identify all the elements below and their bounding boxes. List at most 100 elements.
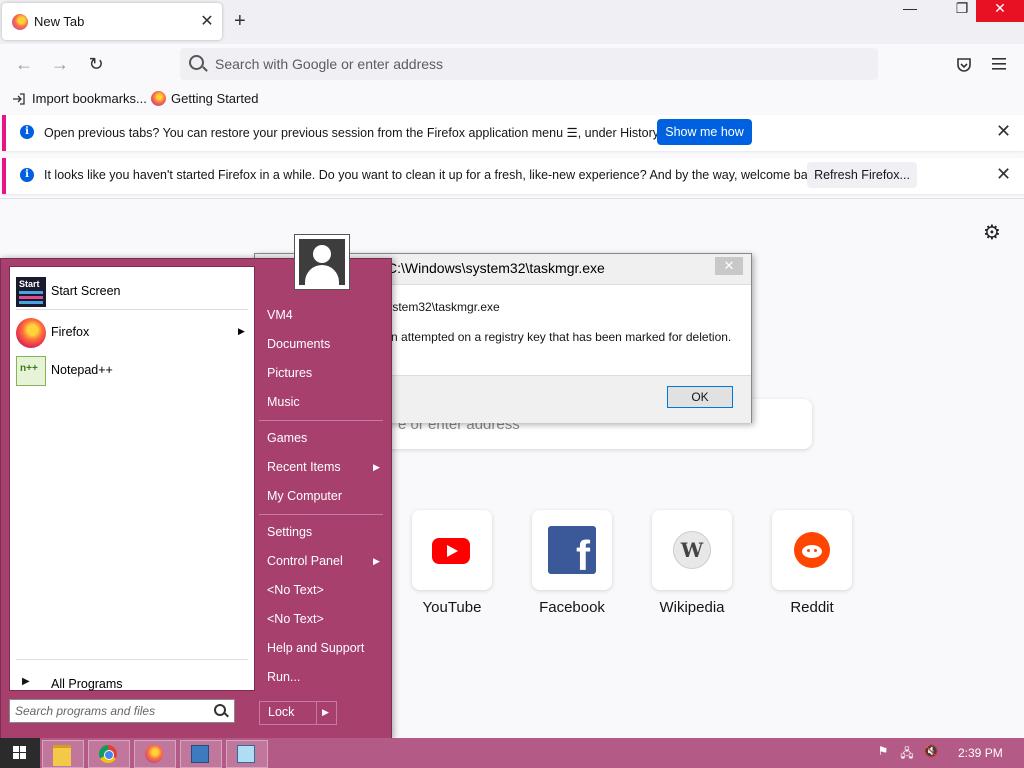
search-icon [189, 55, 204, 70]
start-search-input[interactable]: Search programs and files [9, 699, 235, 723]
new-tab-button[interactable]: + [234, 10, 246, 33]
place-my-computer[interactable]: My Computer [259, 482, 383, 511]
hamburger-menu-icon[interactable] [991, 57, 1007, 71]
divider [16, 659, 248, 660]
top-site-label: Reddit [790, 599, 834, 616]
place-label: Games [267, 431, 308, 445]
place-no-text-2[interactable]: <No Text> [259, 605, 383, 634]
place-recent-items[interactable]: Recent Items ▶ [259, 453, 383, 482]
taskbar-firefox[interactable] [134, 740, 176, 768]
search-icon [214, 704, 226, 716]
top-site-facebook[interactable]: f [532, 510, 612, 590]
tab-close-icon[interactable]: ✕ [198, 11, 216, 31]
start-screen-icon: Start [16, 277, 46, 307]
close-window-button[interactable]: ✕ [976, 0, 1024, 22]
back-button[interactable]: ← [12, 54, 36, 75]
taskbar-chrome[interactable] [88, 740, 130, 768]
program-firefox[interactable]: Firefox ▶ [16, 314, 248, 350]
program-notepadpp[interactable]: Notepad++ [16, 352, 248, 388]
facebook-icon: f [548, 526, 596, 574]
chrome-icon [99, 745, 117, 763]
submenu-arrow-icon: ▶ [373, 556, 380, 566]
user-icon [313, 245, 331, 263]
divider [316, 702, 317, 724]
info-icon: i [20, 125, 34, 139]
tab-new-tab[interactable]: New Tab ✕ [2, 3, 222, 40]
place-label: Recent Items [267, 460, 341, 474]
place-help-and-support[interactable]: Help and Support [259, 634, 383, 663]
all-programs[interactable]: ▶ All Programs [16, 666, 248, 702]
top-site-label: Wikipedia [659, 599, 725, 616]
volume-muted-icon[interactable]: 🔇 [922, 744, 940, 762]
lock-options-arrow-icon[interactable]: ▶ [322, 707, 329, 718]
place-vm4[interactable]: VM4 [259, 301, 383, 330]
place-games[interactable]: Games [259, 424, 383, 453]
top-site-reddit[interactable] [772, 510, 852, 590]
place-documents[interactable]: Documents [259, 330, 383, 359]
bookmark-getting-started[interactable]: Getting Started [171, 91, 258, 106]
program-start-screen[interactable]: Start Start Screen [16, 273, 248, 309]
divider [0, 198, 1024, 199]
clock[interactable]: 2:39 PM [958, 746, 1003, 760]
top-site-wikipedia[interactable]: W [652, 510, 732, 590]
pocket-icon[interactable] [955, 56, 973, 74]
place-label: Music [267, 395, 300, 409]
user-avatar[interactable] [294, 234, 350, 290]
minimize-button[interactable]: — [890, 0, 930, 22]
reload-button[interactable]: ↻ [84, 54, 108, 75]
firefox-icon [12, 14, 28, 30]
lock-button[interactable]: Lock ▶ [259, 701, 337, 725]
top-site-youtube[interactable] [412, 510, 492, 590]
close-icon[interactable]: ✕ [996, 121, 1011, 142]
top-site-label: YouTube [422, 599, 482, 616]
url-bar[interactable]: Search with Google or enter address [180, 48, 878, 80]
forward-button[interactable]: → [48, 54, 72, 75]
taskbar-task-manager[interactable] [180, 740, 222, 768]
search-placeholder: Search programs and files [15, 704, 156, 718]
refresh-firefox-button[interactable]: Refresh Firefox... [807, 162, 917, 188]
place-settings[interactable]: Settings [259, 518, 383, 547]
bookmark-import[interactable]: Import bookmarks... [32, 91, 147, 106]
notepadpp-icon [16, 356, 46, 386]
file-explorer-icon [53, 745, 71, 766]
place-pictures[interactable]: Pictures [259, 359, 383, 388]
place-label: <No Text> [267, 612, 324, 626]
task-manager-icon [191, 745, 209, 763]
place-label: Documents [267, 337, 331, 351]
place-label: Help and Support [267, 641, 365, 655]
show-me-how-button[interactable]: Show me how [657, 119, 752, 145]
reddit-icon [794, 532, 830, 568]
divider [259, 420, 383, 421]
place-label: VM4 [267, 308, 293, 322]
tab-strip: New Tab ✕ + — ❐ ✕ [0, 0, 1024, 44]
close-icon[interactable]: ✕ [996, 164, 1011, 185]
notice-message: Open previous tabs? You can restore your… [44, 126, 662, 140]
gear-icon[interactable]: ⚙ [983, 220, 1001, 245]
url-bar-placeholder: Search with Google or enter address [215, 56, 444, 72]
place-run[interactable]: Run... [259, 663, 383, 692]
nav-bar: ← → ↻ Search with Google or enter addres… [0, 44, 1024, 86]
place-no-text-1[interactable]: <No Text> [259, 576, 383, 605]
start-menu-programs-pane: Start Start Screen Firefox ▶ Notepad++ ▶… [9, 266, 255, 691]
start-button[interactable] [0, 738, 40, 768]
network-icon[interactable]: 🖧 [898, 744, 916, 762]
taskbar-file-explorer[interactable] [42, 740, 84, 768]
place-label: <No Text> [267, 583, 324, 597]
firefox-icon [151, 91, 166, 106]
flag-icon[interactable]: ⚑ [874, 744, 892, 762]
taskbar-remote-desktop[interactable] [226, 740, 268, 768]
place-music[interactable]: Music [259, 388, 383, 417]
submenu-arrow-icon: ▶ [238, 326, 245, 336]
dialog-close-button[interactable]: ✕ [715, 257, 743, 275]
submenu-arrow-icon: ▶ [373, 462, 380, 472]
firefox-icon [145, 745, 163, 763]
dialog-title: C:\Windows\system32\taskmgr.exe [387, 260, 605, 276]
lock-label: Lock [268, 705, 295, 719]
start-menu: Start Start Screen Firefox ▶ Notepad++ ▶… [0, 234, 392, 740]
place-control-panel[interactable]: Control Panel ▶ [259, 547, 383, 576]
import-icon [13, 93, 25, 105]
ok-button[interactable]: OK [667, 386, 733, 408]
place-label: Run... [267, 670, 301, 684]
refresh-firefox-notice: i It looks like you haven't started Fire… [2, 158, 1024, 194]
avatar [299, 239, 345, 285]
